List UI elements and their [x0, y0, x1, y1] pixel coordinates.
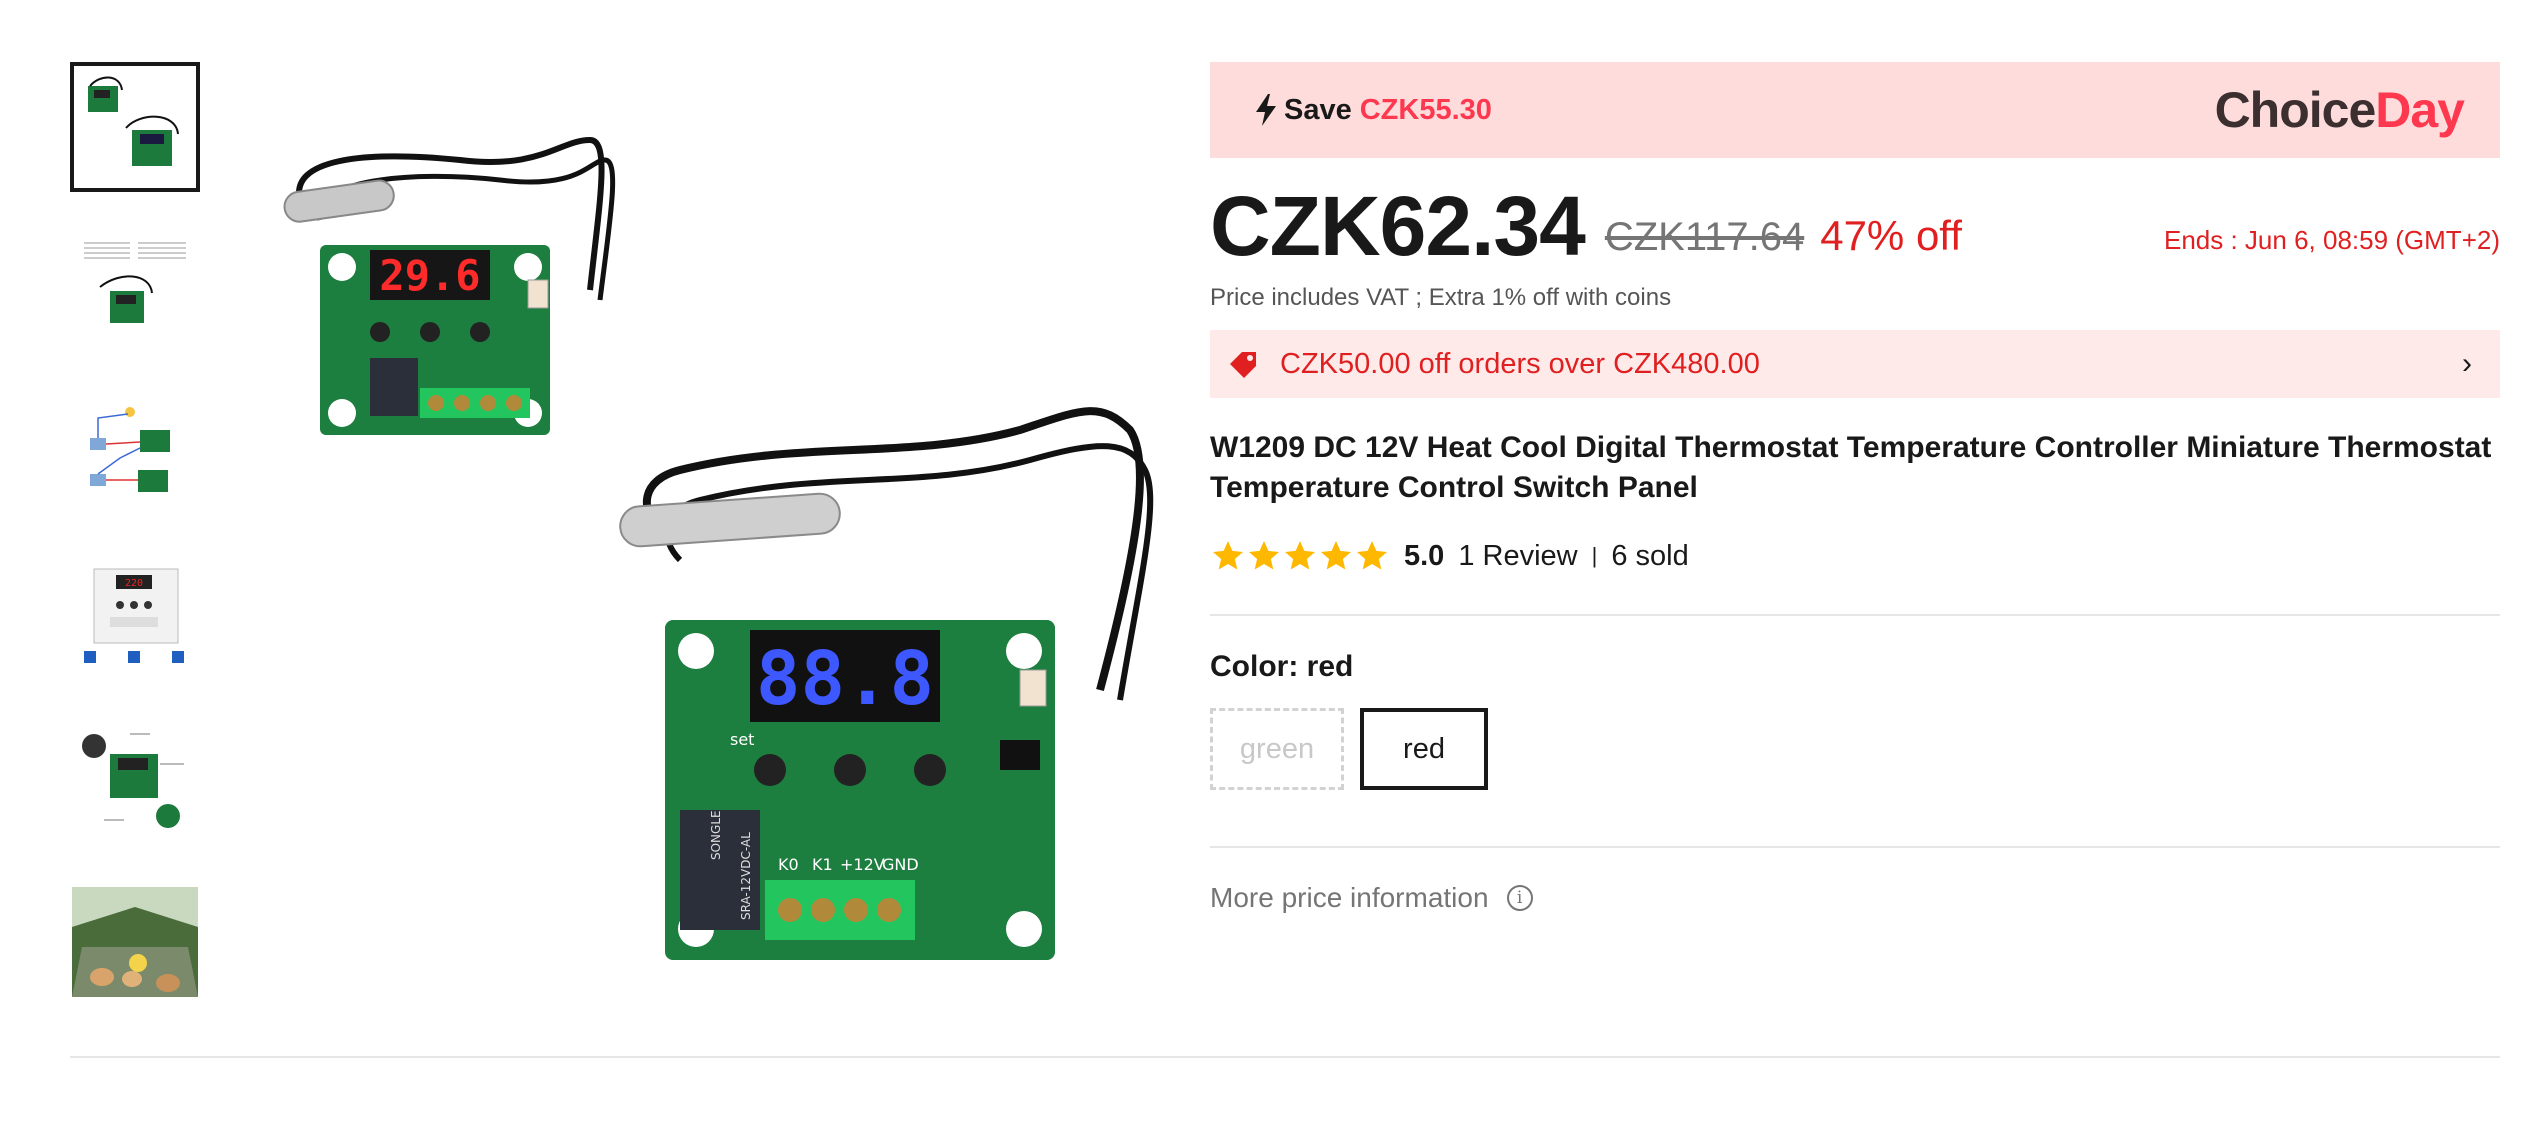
thumbnail-6[interactable]	[70, 877, 200, 1007]
relay-brand: SONGLE	[709, 810, 723, 860]
thumbnail-4[interactable]: 220	[70, 551, 200, 681]
color-label: Color: red	[1210, 650, 1354, 683]
star-icon	[1357, 541, 1387, 570]
save-label: Save	[1284, 93, 1352, 126]
color-options: green red	[1210, 708, 2500, 790]
spec-sheet-photo-icon	[84, 242, 186, 323]
coupon-banner[interactable]: CZK50.00 off orders over CZK480.00 ›	[1210, 330, 2500, 398]
star-rating[interactable]	[1210, 538, 1390, 574]
label-k1: K1	[812, 855, 833, 874]
star-icon	[1249, 541, 1279, 570]
thumbnail-3[interactable]	[70, 388, 200, 518]
bottom-divider	[70, 1056, 2500, 1058]
small-board-display: 29.6	[379, 251, 480, 300]
original-price: CZK117.64	[1604, 215, 1805, 259]
more-price-info-label: More price information	[1210, 882, 1489, 913]
promo-banner: Save CZK55.30 ChoiceDay	[1210, 62, 2500, 158]
divider	[1210, 846, 2500, 848]
coupon-tag-icon	[1230, 352, 1256, 378]
small-board: 29.6	[283, 136, 616, 435]
label-k0: K0	[778, 855, 799, 874]
large-board: 88.8 K0 K1 +12V GND set SONGLE SRA-12VDC…	[619, 407, 1154, 960]
review-count-link[interactable]: 1 Review	[1458, 540, 1577, 573]
save-amount-label: Save CZK55.30	[1254, 94, 1492, 127]
labeled-board-photo-icon	[82, 733, 184, 828]
chevron-right-icon: ›	[2462, 347, 2472, 380]
choiceday-logo: ChoiceDay	[2214, 82, 2465, 138]
thumbnail-2[interactable]	[70, 225, 200, 355]
product-info-panel: Save CZK55.30 ChoiceDay CZK62.34 CZK117.…	[1210, 62, 2500, 914]
info-icon: i	[1506, 885, 1533, 911]
main-product-image[interactable]: 29.6 88.8 K0 K1 +12V GND set SONGLE SRA-…	[260, 100, 1160, 980]
color-option-green[interactable]: green	[1210, 708, 1344, 790]
wiring-diagram-photo-icon	[90, 407, 170, 492]
incubator-photo-icon	[72, 887, 198, 997]
price-row: CZK62.34 CZK117.64 47% off Ends : Jun 6,…	[1210, 184, 2500, 268]
star-icon	[1321, 541, 1351, 570]
panel-photo-icon: 220	[84, 568, 184, 663]
more-price-info-link[interactable]: More price information i	[1210, 882, 2500, 914]
coupon-text: CZK50.00 off orders over CZK480.00	[1280, 347, 1760, 380]
product-pair-photo-icon	[88, 76, 179, 166]
label-12v: +12V	[840, 855, 885, 874]
color-option-red[interactable]: red	[1360, 708, 1488, 790]
vat-note: Price includes VAT ; Extra 1% off with c…	[1210, 284, 1672, 311]
thermostat-board-image: 29.6 88.8 K0 K1 +12V GND set SONGLE SRA-…	[283, 136, 1154, 960]
rating-row: 5.0 1 Review | 6 sold	[1210, 538, 2500, 574]
sold-count: 6 sold	[1611, 539, 1689, 572]
save-amount: CZK55.30	[1359, 93, 1492, 126]
relay-model: SRA-12VDC-AL	[739, 832, 753, 920]
thumbnail-list: 220	[70, 62, 200, 1040]
star-icon	[1213, 541, 1243, 570]
label-set: set	[730, 730, 754, 749]
lightning-icon	[1256, 94, 1276, 126]
large-board-display: 88.8	[756, 636, 934, 722]
deal-end-time: Ends : Jun 6, 08:59 (GMT+2)	[2164, 225, 2500, 255]
label-gnd: GND	[882, 855, 919, 874]
svg-text:220: 220	[125, 578, 143, 589]
product-title: W1209 DC 12V Heat Cool Digital Thermosta…	[1210, 431, 2492, 504]
rating-score: 5.0	[1404, 539, 1445, 572]
divider	[1210, 614, 2500, 616]
thumbnail-5[interactable]	[70, 714, 200, 844]
discount-badge: 47% off	[1820, 212, 1962, 259]
star-icon	[1285, 541, 1315, 570]
rating-separator: |	[1591, 543, 1598, 568]
current-price: CZK62.34	[1210, 179, 1586, 273]
thumbnail-1[interactable]	[70, 62, 200, 192]
